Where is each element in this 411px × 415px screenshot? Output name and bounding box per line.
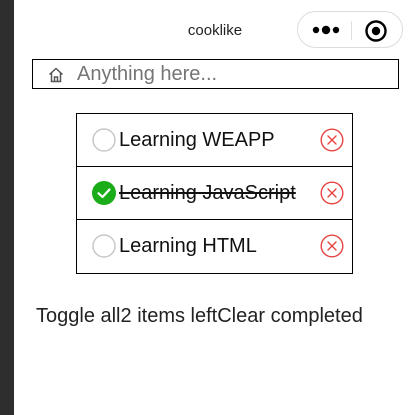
todo-item: Learning JavaScript [77,167,352,220]
items-left-count: 2 items left [120,305,218,327]
remove-x-icon[interactable] [320,181,344,205]
more-dots-icon[interactable] [312,22,342,38]
circle-close-icon[interactable] [364,19,388,43]
todo-item: Learning WEAPP [77,114,352,167]
checkbox-circle-checked-icon[interactable] [92,181,116,205]
toggle-all-button[interactable]: Toggle all [36,305,121,327]
todo-item: Learning HTML [77,220,352,273]
menu-capsule [297,11,403,48]
checkbox-circle-icon[interactable] [92,128,116,152]
side-panel-edge [0,0,14,415]
remove-x-icon[interactable] [320,234,344,258]
navigation-title: cooklike [187,22,243,39]
clear-completed-button[interactable]: Clear completed [217,305,363,327]
checkbox-circle-icon[interactable] [92,234,116,258]
search-bar [32,59,399,89]
capsule-divider [351,21,352,40]
remove-x-icon[interactable] [320,128,344,152]
todo-item-label[interactable]: Learning HTML [119,233,257,259]
home-icon [48,67,64,83]
todo-item-label[interactable]: Learning WEAPP [119,127,275,153]
todo-item-label-completed[interactable]: Learning JavaScript [119,180,296,206]
search-input[interactable] [77,61,387,87]
todo-footer: Toggle all2 items leftClear completed [36,303,363,329]
todo-list: Learning WEAPP Learning JavaScript Learn… [76,113,353,274]
